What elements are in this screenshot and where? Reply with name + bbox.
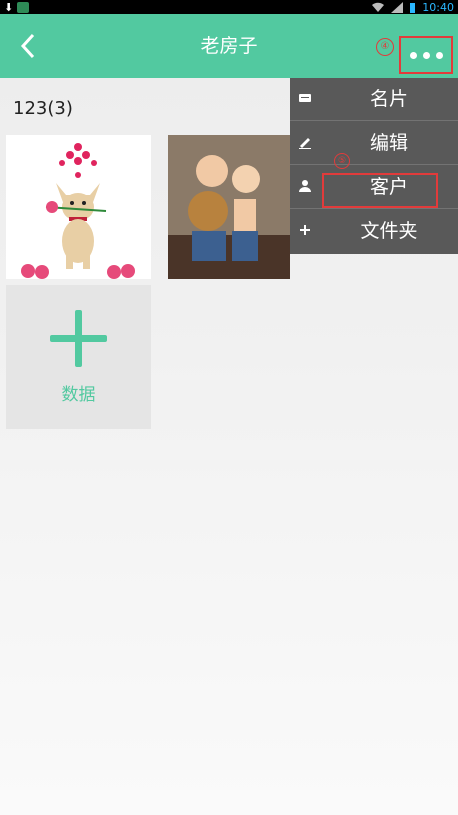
folder-label: 123(3) <box>13 98 73 119</box>
person-icon <box>299 180 311 192</box>
photo-thumbnail-kids[interactable] <box>168 135 290 279</box>
status-bar: ⬇ 10:40 <box>0 0 458 14</box>
menu-item-label: 名片 <box>369 88 408 110</box>
signal-icon <box>391 1 404 13</box>
more-dot-icon <box>409 51 417 59</box>
dog-photo-image <box>6 135 151 279</box>
annotation-highlight-box <box>322 173 438 208</box>
menu-item-folder[interactable]: 文件夹 <box>290 210 458 253</box>
download-icon: ⬇ <box>4 0 14 14</box>
status-time: 10:40 <box>422 0 454 14</box>
add-data-tile[interactable]: 数据 <box>6 285 151 429</box>
app-bar: 老房子 ④ <box>0 14 458 78</box>
app-notification-icon <box>17 1 30 13</box>
more-dot-icon <box>422 51 430 59</box>
step-marker-5: ⑤ <box>334 153 350 169</box>
plus-icon <box>300 225 310 235</box>
overflow-menu: 名片 编辑 客户 文件夹 ⑤ <box>290 78 458 254</box>
card-icon <box>299 94 311 102</box>
menu-item-label: 文件夹 <box>360 220 418 242</box>
menu-item-edit[interactable]: 编辑 <box>290 122 458 165</box>
more-dot-icon <box>435 51 443 59</box>
add-data-label: 数据 <box>61 385 96 405</box>
battery-icon <box>410 2 416 13</box>
kids-photo-image <box>168 135 290 279</box>
photo-thumbnail-dog[interactable] <box>6 135 151 279</box>
back-button[interactable] <box>10 28 46 64</box>
step-marker-4: ④ <box>376 38 394 56</box>
menu-item-business-card[interactable]: 名片 <box>290 78 458 121</box>
pencil-icon <box>299 138 311 149</box>
wifi-icon <box>372 2 385 12</box>
chevron-left-icon <box>20 33 35 59</box>
plus-icon <box>50 310 107 367</box>
more-options-button[interactable] <box>399 36 453 74</box>
